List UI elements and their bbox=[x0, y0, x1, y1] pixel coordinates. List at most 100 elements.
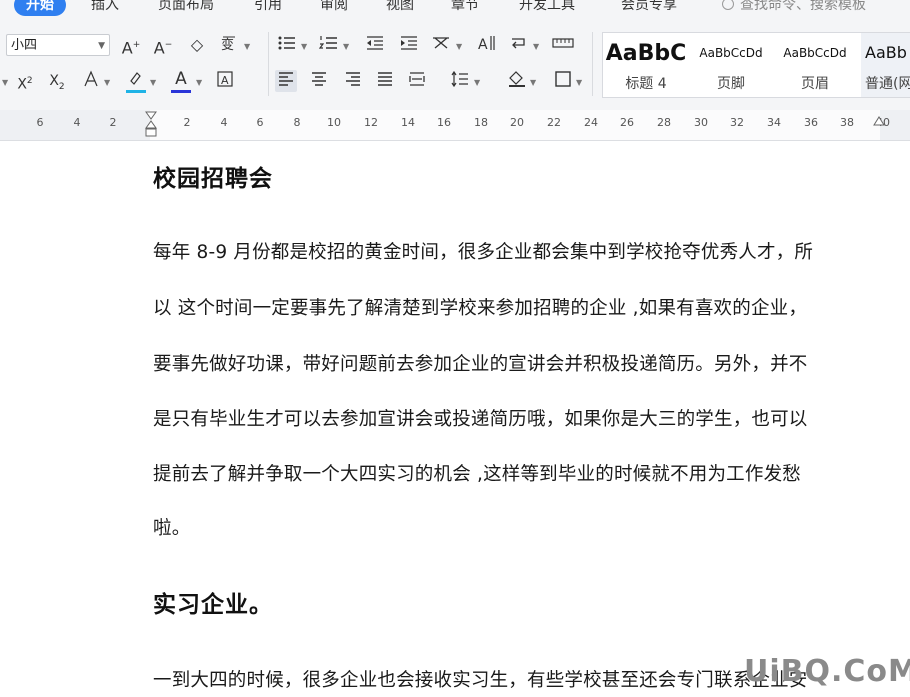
justify-button[interactable] bbox=[374, 70, 396, 92]
right-indent-marker-icon[interactable] bbox=[873, 112, 885, 126]
subscript-button[interactable]: X2 bbox=[46, 70, 68, 92]
tab-view[interactable]: 视图 bbox=[386, 0, 414, 16]
style-footer[interactable]: AaBbCcDd 页脚 bbox=[691, 33, 771, 97]
style-normal-web[interactable]: AaBb 普通(网 bbox=[861, 33, 910, 97]
chinese-layout-button[interactable] bbox=[430, 34, 452, 56]
ruler-tick-label: 2 bbox=[109, 116, 117, 129]
align-left-icon bbox=[279, 72, 293, 86]
text-direction-button[interactable]: A bbox=[476, 34, 498, 56]
superscript-button[interactable]: X2 bbox=[14, 70, 36, 93]
site-watermark: UiBQ.CoM bbox=[744, 654, 910, 689]
distribute-button[interactable] bbox=[406, 70, 428, 92]
justify-icon bbox=[378, 72, 392, 86]
ruler-tick-label: 20 bbox=[510, 116, 524, 129]
style-name: 普通(网 bbox=[865, 76, 910, 92]
ruler-tick-label: 12 bbox=[364, 116, 378, 129]
svg-text:变: 变 bbox=[221, 37, 234, 52]
svg-text:A: A bbox=[478, 37, 488, 52]
ruler-tick-label: 8 bbox=[293, 116, 301, 129]
paragraph-line: 一到大四的时候，很多企业也会接收实习生，有些学校甚至还会专门联系企业安 bbox=[153, 670, 808, 691]
ruler-tick-label: 36 bbox=[804, 116, 818, 129]
line-break-button[interactable] bbox=[508, 34, 530, 56]
paint-bucket-icon bbox=[509, 71, 525, 87]
ruler-tick-label: 26 bbox=[620, 116, 634, 129]
heading-internship-companies: 实习企业。 bbox=[153, 592, 273, 618]
tab-member[interactable]: 会员专享 bbox=[621, 0, 677, 16]
bullet-list-icon bbox=[278, 36, 295, 50]
shrink-font-button[interactable]: A− bbox=[152, 34, 174, 57]
ruler-tick-label: 16 bbox=[437, 116, 451, 129]
search-icon bbox=[722, 0, 734, 10]
ruler-tick-label: 2 bbox=[183, 116, 191, 129]
phonetic-guide-button[interactable]: 变 bbox=[218, 34, 240, 56]
paragraph-line: 每年 8-9 月份都是校招的黄金时间，很多企业都会集中到学校抢夺优秀人才，所 bbox=[153, 242, 814, 263]
home-toolbar: 小四 ▼ A+ A− ◇ 变 ▼ ▼ ▼ ▼ A ▼ ▼ X2 X2 ▼ ▼ A… bbox=[0, 18, 910, 111]
command-search[interactable]: 查找命令、搜索模板 bbox=[722, 0, 866, 16]
shading-button[interactable] bbox=[506, 70, 528, 92]
ruler-tick-label: 32 bbox=[730, 116, 744, 129]
paragraph-line: 提前去了解并争取一个大四实习的机会 ,这样等到毕业的时候就不用为工作发愁 bbox=[153, 464, 801, 485]
align-left-button[interactable] bbox=[275, 70, 297, 92]
char-border-button[interactable]: A bbox=[214, 70, 236, 92]
ruler-tick-label: 22 bbox=[547, 116, 561, 129]
phonetic-icon: 变 bbox=[221, 36, 235, 53]
style-name: 页眉 bbox=[801, 76, 829, 92]
border-button[interactable] bbox=[552, 70, 574, 92]
bullet-list-button[interactable] bbox=[276, 34, 298, 56]
line-spacing-icon bbox=[451, 70, 468, 88]
align-right-button[interactable] bbox=[342, 70, 364, 92]
align-center-icon bbox=[312, 72, 326, 86]
style-header[interactable]: AaBbCcDd 页眉 bbox=[775, 33, 855, 97]
font-size-value: 小四 bbox=[11, 38, 38, 53]
ruler-tick-label: 34 bbox=[767, 116, 781, 129]
style-sample: AaBbCcDd bbox=[783, 46, 847, 60]
tab-chapter[interactable]: 章节 bbox=[451, 0, 479, 16]
line-spacing-button[interactable] bbox=[449, 70, 471, 92]
font-color-swatch bbox=[171, 90, 191, 93]
horizontal-ruler[interactable]: 642246810121416182022242628303234363840 bbox=[0, 110, 910, 141]
tab-developer[interactable]: 开发工具 bbox=[519, 0, 575, 16]
heading-campus-job-fair: 校园招聘会 bbox=[153, 166, 273, 192]
numbered-list-button[interactable] bbox=[318, 34, 340, 56]
styles-gallery: AaBbC 标题 4 AaBbCcDd 页脚 AaBbCcDd 页眉 AaBb … bbox=[602, 32, 910, 98]
ruler-tick-label: 30 bbox=[694, 116, 708, 129]
ruler-tick-label: 4 bbox=[220, 116, 228, 129]
table-tab-button[interactable] bbox=[552, 34, 574, 56]
tab-home[interactable]: 开始 bbox=[14, 0, 66, 16]
numbered-list-icon bbox=[318, 36, 337, 49]
font-size-select[interactable]: 小四 ▼ bbox=[6, 34, 110, 56]
ruler-tick-label: 28 bbox=[657, 116, 671, 129]
increase-indent-button[interactable] bbox=[398, 34, 420, 56]
style-name: 页脚 bbox=[717, 76, 745, 92]
tab-review[interactable]: 审阅 bbox=[320, 0, 348, 16]
decrease-indent-button[interactable] bbox=[364, 34, 386, 56]
chevron-down-icon: ▼ bbox=[98, 41, 105, 51]
align-center-button[interactable] bbox=[308, 70, 330, 92]
style-sample: AaBb bbox=[865, 43, 907, 62]
ruler-icon bbox=[552, 38, 574, 48]
distribute-icon bbox=[409, 72, 425, 86]
font-color-button[interactable]: A bbox=[170, 68, 192, 90]
ruler-tick-label: 24 bbox=[584, 116, 598, 129]
style-sample: AaBbC bbox=[605, 41, 687, 66]
highlight-button[interactable] bbox=[124, 70, 146, 92]
text-direction-icon: A bbox=[478, 36, 495, 53]
char-border-icon: A bbox=[217, 71, 233, 87]
text-effect-button[interactable] bbox=[80, 70, 102, 92]
border-icon bbox=[555, 71, 571, 87]
tab-insert[interactable]: 插入 bbox=[91, 0, 119, 16]
style-heading-4[interactable]: AaBbC 标题 4 bbox=[603, 33, 689, 97]
grow-font-button[interactable]: A+ bbox=[120, 34, 142, 57]
paragraph-line: 啦。 bbox=[153, 518, 191, 539]
paragraph-line: 是只有毕业生才可以去参加宣讲会或投递简历哦，如果你是大三的学生，也可以 bbox=[153, 409, 808, 430]
indent-icon bbox=[401, 36, 417, 50]
tab-page-layout[interactable]: 页面布局 bbox=[158, 0, 214, 16]
highlight-color-swatch bbox=[126, 90, 146, 93]
clear-format-button[interactable]: ◇ bbox=[186, 34, 208, 56]
document-page[interactable]: 校园招聘会 每年 8-9 月份都是校招的黄金时间，很多企业都会集中到学校抢夺优秀… bbox=[0, 141, 910, 697]
style-sample: AaBbCcDd bbox=[699, 46, 763, 60]
ruler-tick-label: 14 bbox=[401, 116, 415, 129]
ruler-tick-label: 10 bbox=[327, 116, 341, 129]
tab-references[interactable]: 引用 bbox=[254, 0, 282, 16]
indent-marker-icon[interactable] bbox=[145, 111, 157, 137]
